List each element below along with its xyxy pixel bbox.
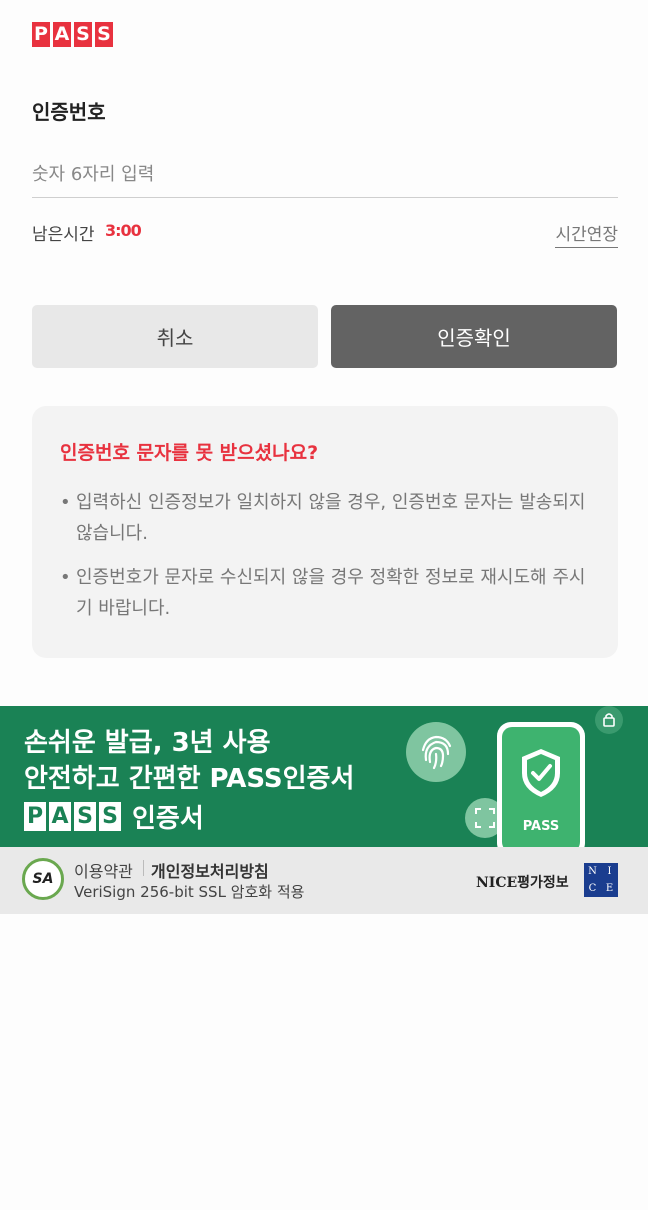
cancel-button[interactable]: 취소 — [32, 305, 318, 368]
banner-brand-letter: S — [74, 802, 96, 831]
ssl-notice: VeriSign 256-bit SSL 암호화 적용 — [74, 883, 305, 901]
timer-label: 남은시간 — [32, 225, 95, 245]
pass-certificate-banner[interactable]: 손쉬운 발급, 3년 사용 안전하고 간편한 PASS인증서 P A S S 인… — [0, 706, 648, 847]
notice-title: 인증번호 문자를 못 받으셨나요? — [60, 442, 319, 464]
notice-list: 입력하신 인증정보가 일치하지 않을 경우, 인증번호 문자는 발송되지 않습니… — [60, 487, 590, 624]
banner-headline: 손쉬운 발급, 3년 사용 — [24, 728, 271, 758]
nice-logo-letter: E — [605, 883, 614, 894]
nice-logo: N I C E — [584, 863, 618, 897]
logo-letter: S — [95, 22, 113, 47]
phone-illustration: PASS — [497, 722, 585, 847]
logo-letter: P — [32, 22, 50, 47]
logo-letter: A — [53, 22, 71, 47]
timer-value: 3:00 — [105, 221, 142, 240]
privacy-policy-link[interactable]: 개인정보처리방침 — [151, 858, 269, 882]
footer-divider — [143, 860, 144, 876]
banner-cert-label: 인증서 — [132, 804, 204, 834]
section-label: 인증번호 — [32, 100, 106, 124]
nice-logo-letter: N — [588, 866, 597, 877]
footer: SA 이용약관 개인정보처리방침 VeriSign 256-bit SSL 암호… — [0, 847, 648, 914]
nice-logo-letter: I — [607, 866, 612, 877]
confirm-button[interactable]: 인증확인 — [331, 305, 617, 368]
security-badge-icon: SA — [22, 858, 64, 900]
phone-screen: PASS — [502, 727, 580, 847]
shield-check-icon — [522, 749, 560, 797]
extend-time-link[interactable]: 시간연장 — [555, 220, 618, 248]
logo-letter: S — [74, 22, 92, 47]
banner-brand-letter: A — [49, 802, 71, 831]
banner-subheadline: 안전하고 간편한 PASS인증서 — [24, 764, 355, 794]
lock-icon — [595, 706, 623, 734]
notice-item: 인증번호가 문자로 수신되지 않을 경우 정확한 정보로 재시도해 주시기 바랍… — [60, 562, 590, 624]
banner-brand: P A S S 인증서 — [24, 798, 204, 835]
terms-link[interactable]: 이용약관 — [74, 858, 133, 882]
banner-brand-letter: P — [24, 802, 46, 831]
banner-brand-letter: S — [99, 802, 121, 831]
phone-pass-label: PASS — [522, 819, 560, 834]
timer-row: 남은시간 3:00 시간연장 — [32, 218, 618, 248]
pass-logo: P A S S — [32, 22, 113, 47]
fingerprint-icon — [406, 722, 466, 782]
notice-item: 입력하신 인증정보가 일치하지 않을 경우, 인증번호 문자는 발송되지 않습니… — [60, 487, 590, 549]
verification-code-input[interactable] — [32, 152, 618, 198]
nice-logo-letter: C — [588, 883, 597, 894]
company-name: NICE평가정보 — [476, 875, 569, 891]
notice-box: 인증번호 문자를 못 받으셨나요? 입력하신 인증정보가 일치하지 않을 경우,… — [32, 406, 618, 658]
